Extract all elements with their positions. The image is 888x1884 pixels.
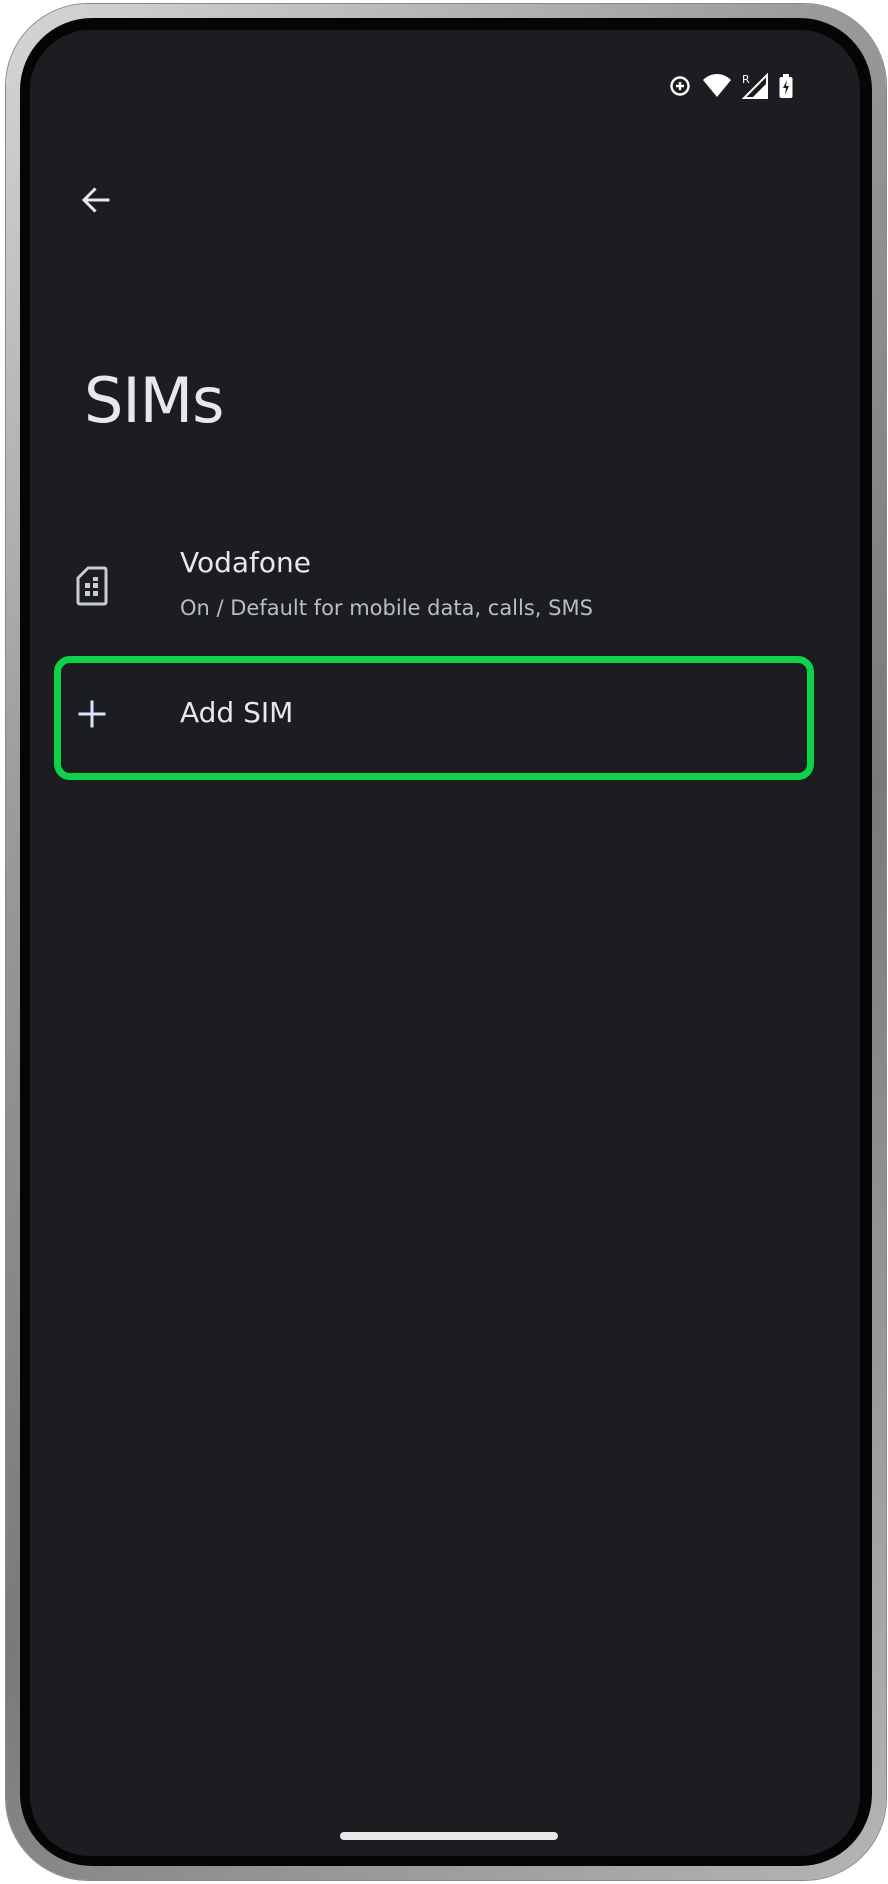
- sim-summary: On / Default for mobile data, calls, SMS: [180, 596, 593, 620]
- add-sim-label: Add SIM: [180, 696, 294, 729]
- back-button[interactable]: [66, 170, 126, 230]
- page-title: SIMs: [84, 364, 224, 437]
- plus-icon: [68, 690, 116, 738]
- gesture-nav-handle[interactable]: [340, 1832, 558, 1840]
- arrow-back-icon: [81, 187, 110, 213]
- roaming-indicator: R: [742, 73, 750, 86]
- data-saver-icon: [670, 76, 690, 96]
- sim-card-icon: [68, 562, 116, 610]
- screen: R SIMs Vodafone On / Default for mobile …: [30, 30, 860, 1856]
- signal-roaming-icon: R: [742, 73, 768, 99]
- battery-icon: [779, 74, 793, 98]
- sim-name: Vodafone: [180, 546, 312, 579]
- status-bar: R: [668, 68, 794, 104]
- add-sim-item[interactable]: Add SIM: [30, 654, 860, 774]
- wifi-icon: [703, 74, 731, 97]
- sim-list-item-vodafone[interactable]: Vodafone On / Default for mobile data, c…: [30, 530, 860, 640]
